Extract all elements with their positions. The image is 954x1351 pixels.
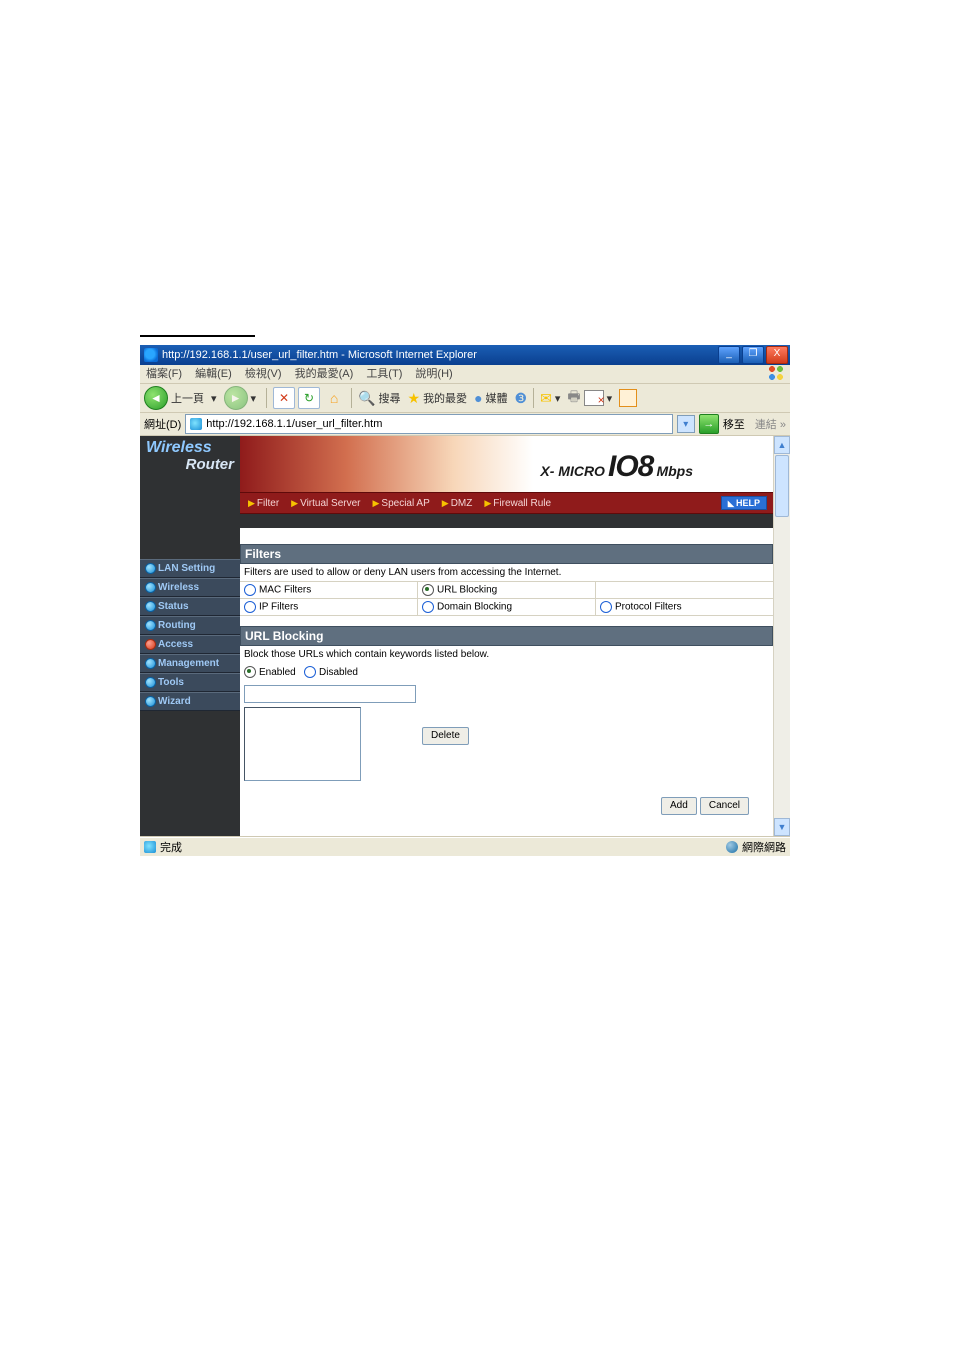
vertical-scrollbar[interactable]: ▲ ▼	[773, 436, 790, 836]
url-blocking-description: Block those URLs which contain keywords …	[240, 646, 773, 663]
router-brand: Wireless Router	[140, 436, 240, 489]
scroll-down-arrow[interactable]: ▼	[774, 818, 790, 836]
back-label: 上一頁	[171, 390, 204, 406]
stop-button[interactable]: ✕	[273, 387, 295, 409]
status-zone: 網際網路	[742, 839, 786, 855]
back-dropdown[interactable]: ▾	[211, 392, 217, 405]
radio-protocol-filters[interactable]: Protocol Filters	[596, 599, 773, 615]
address-url: http://192.168.1.1/user_url_filter.htm	[206, 418, 382, 430]
tab-filter[interactable]: ▶Filter	[248, 498, 279, 509]
nav-status[interactable]: Status	[140, 597, 240, 616]
address-label: 網址(D)	[144, 416, 181, 432]
status-ie-icon	[144, 841, 156, 853]
menu-view[interactable]: 檢視(V)	[245, 368, 282, 380]
radio-url-blocking[interactable]: URL Blocking	[418, 582, 596, 598]
scroll-up-arrow[interactable]: ▲	[774, 436, 790, 454]
scroll-thumb[interactable]	[775, 455, 789, 517]
links-label[interactable]: 連結 »	[755, 416, 786, 432]
history-icon[interactable]: ❸	[515, 390, 528, 407]
discuss-icon[interactable]	[619, 389, 637, 407]
go-button[interactable]: →	[699, 414, 719, 434]
banner-xmicro: X- MICRO	[540, 463, 605, 479]
forward-dropdown[interactable]: ▾	[251, 392, 257, 405]
radio-enabled[interactable]: Enabled	[244, 667, 296, 678]
favorites-label[interactable]: 我的最愛	[423, 390, 467, 406]
mail-icon[interactable]: ✉	[540, 390, 552, 407]
section-divider	[140, 335, 255, 337]
home-button[interactable]: ⌂	[323, 387, 345, 409]
close-button[interactable]: X	[766, 346, 788, 364]
filters-description: Filters are used to allow or deny LAN us…	[240, 564, 773, 581]
minimize-button[interactable]: _	[718, 346, 740, 364]
nav-access[interactable]: Access	[140, 635, 240, 654]
toolbar: ◄ 上一頁 ▾ ► ▾ ✕ ↻ ⌂ 🔍 搜尋 ★ 我的最愛 ● 媒體 ❸ ✉▾ …	[140, 384, 790, 413]
help-button[interactable]: HELP	[721, 496, 767, 510]
filters-heading: Filters	[240, 544, 773, 564]
nav-routing[interactable]: Routing	[140, 616, 240, 635]
keyword-list[interactable]	[244, 707, 361, 781]
banner: X- MICRO IO8 Mbps	[240, 436, 773, 492]
tab-bar: ▶Filter ▶Virtual Server ▶Special AP ▶DMZ…	[240, 492, 773, 514]
nav-wizard[interactable]: Wizard	[140, 692, 240, 711]
nav-management[interactable]: Management	[140, 654, 240, 673]
tab-dmz[interactable]: ▶DMZ	[442, 498, 473, 509]
ie-icon	[144, 348, 158, 362]
menu-favorites[interactable]: 我的最愛(A)	[295, 368, 354, 380]
nav-wireless[interactable]: Wireless	[140, 578, 240, 597]
window-titlebar: http://192.168.1.1/user_url_filter.htm -…	[140, 345, 790, 365]
search-icon[interactable]: 🔍	[358, 390, 375, 407]
ie-page-icon	[190, 418, 202, 430]
tab-special-ap[interactable]: ▶Special AP	[372, 498, 429, 509]
refresh-button[interactable]: ↻	[298, 387, 320, 409]
status-done: 完成	[160, 839, 182, 855]
tab-firewall-rule[interactable]: ▶Firewall Rule	[484, 498, 551, 509]
tab-virtual-server[interactable]: ▶Virtual Server	[291, 498, 360, 509]
radio-domain-blocking[interactable]: Domain Blocking	[418, 599, 596, 615]
media-label[interactable]: 媒體	[486, 390, 508, 406]
cancel-button[interactable]: Cancel	[700, 797, 749, 815]
menu-help[interactable]: 說明(H)	[415, 368, 452, 380]
favorites-icon[interactable]: ★	[408, 390, 421, 407]
media-icon[interactable]: ●	[474, 390, 482, 406]
zone-icon	[726, 841, 738, 853]
sidebar: Wireless Router LAN Setting Wireless Sta…	[140, 436, 240, 836]
menu-edit[interactable]: 編輯(E)	[195, 368, 232, 380]
maximize-button[interactable]: ❐	[742, 346, 764, 364]
menu-tools[interactable]: 工具(T)	[366, 368, 402, 380]
windows-flag-icon	[768, 365, 786, 381]
print-icon[interactable]: 🖶	[567, 386, 580, 410]
main-content: X- MICRO IO8 Mbps ▶Filter ▶Virtual Serve…	[240, 436, 773, 836]
radio-disabled[interactable]: Disabled	[304, 667, 358, 678]
window-title: http://192.168.1.1/user_url_filter.htm -…	[162, 345, 477, 365]
radio-mac-filters[interactable]: MAC Filters	[240, 582, 418, 598]
url-blocking-heading: URL Blocking	[240, 626, 773, 646]
go-label: 移至	[723, 416, 745, 432]
search-label[interactable]: 搜尋	[379, 390, 401, 406]
delete-button[interactable]: Delete	[422, 727, 469, 745]
radio-ip-filters[interactable]: IP Filters	[240, 599, 418, 615]
banner-io8: IO8	[608, 450, 653, 483]
nav-lan-setting[interactable]: LAN Setting	[140, 559, 240, 578]
content-viewport: Wireless Router LAN Setting Wireless Sta…	[140, 436, 790, 837]
menu-bar: 檔案(F) 編輯(E) 檢視(V) 我的最愛(A) 工具(T) 說明(H)	[140, 365, 790, 384]
address-dropdown[interactable]: ▾	[677, 415, 695, 433]
status-bar: 完成 網際網路	[140, 837, 790, 856]
menu-file[interactable]: 檔案(F)	[146, 368, 182, 380]
nav-tools[interactable]: Tools	[140, 673, 240, 692]
address-bar: 網址(D) http://192.168.1.1/user_url_filter…	[140, 413, 790, 436]
back-button[interactable]: ◄	[144, 386, 168, 410]
banner-mbps: Mbps	[656, 463, 693, 479]
forward-button[interactable]: ►	[224, 386, 248, 410]
address-input[interactable]: http://192.168.1.1/user_url_filter.htm	[185, 414, 673, 434]
keyword-input[interactable]	[244, 685, 416, 703]
add-button[interactable]: Add	[661, 797, 697, 815]
edit-icon[interactable]: ×	[584, 390, 604, 406]
